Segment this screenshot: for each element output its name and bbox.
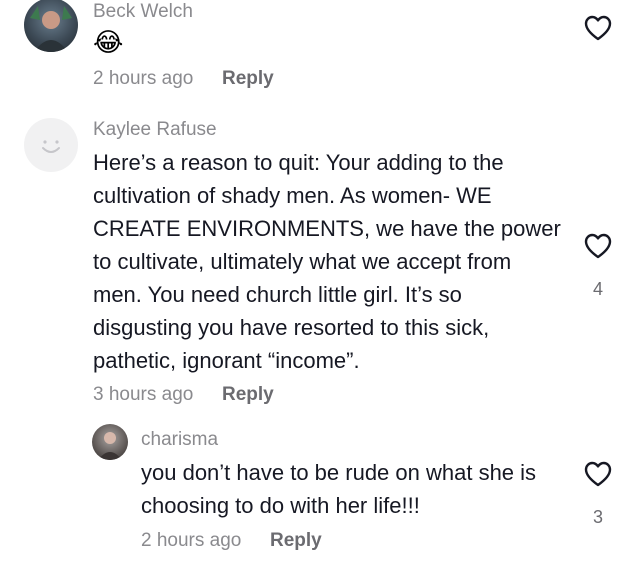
avatar-kaylee-rafuse[interactable]: [24, 118, 78, 172]
comment-text-line: men. You need church little girl. It’s s…: [93, 282, 462, 307]
avatar-photo-icon: [98, 432, 122, 460]
comment-text-line: to cultivate, ultimately what we accept …: [93, 249, 512, 274]
reply-button[interactable]: Reply: [270, 530, 322, 552]
avatar-photo-icon: [30, 6, 72, 52]
comment-username[interactable]: Beck Welch: [93, 1, 193, 23]
comment-text-line: choosing to do with her life!!!: [141, 493, 420, 518]
comment-text-line: CREATE ENVIRONMENTS, we have the power: [93, 216, 561, 241]
smiley-placeholder-icon: [42, 140, 60, 153]
comment-text: Here’s a reason to quit: Your adding to …: [93, 146, 561, 377]
laughing-emoji: 😂: [93, 27, 124, 57]
comment-text-line: disgusting you have resorted to this sic…: [93, 315, 490, 340]
comment-username[interactable]: Kaylee Rafuse: [93, 119, 217, 141]
avatar-charisma[interactable]: [92, 424, 128, 460]
like-button[interactable]: [576, 233, 620, 259]
reply-button[interactable]: Reply: [222, 384, 274, 406]
comment-timestamp: 3 hours ago: [93, 384, 194, 405]
like-count: 4: [592, 279, 603, 299]
heart-outline-icon: [584, 461, 612, 487]
comment-text-line: pathetic, ignorant “income”.: [93, 348, 360, 373]
like-count: 3: [592, 507, 603, 527]
avatar-beck-welch[interactable]: [24, 0, 78, 52]
like-button[interactable]: [576, 15, 620, 41]
heart-outline-icon: [584, 233, 612, 259]
reply-button[interactable]: Reply: [222, 68, 274, 90]
comment-timestamp: 2 hours ago: [141, 530, 242, 551]
comment-text-line: you don’t have to be rude on what she is: [141, 460, 537, 485]
comment-timestamp: 2 hours ago: [93, 68, 194, 89]
comment-text: you don’t have to be rude on what she is…: [141, 456, 536, 522]
heart-outline-icon: [584, 15, 612, 41]
comment-username[interactable]: charisma: [141, 429, 218, 451]
comment-text-line: cultivation of shady men. As women- WE: [93, 183, 492, 208]
comment-text-line: Here’s a reason to quit: Your adding to …: [93, 150, 504, 175]
like-button[interactable]: [576, 461, 620, 487]
